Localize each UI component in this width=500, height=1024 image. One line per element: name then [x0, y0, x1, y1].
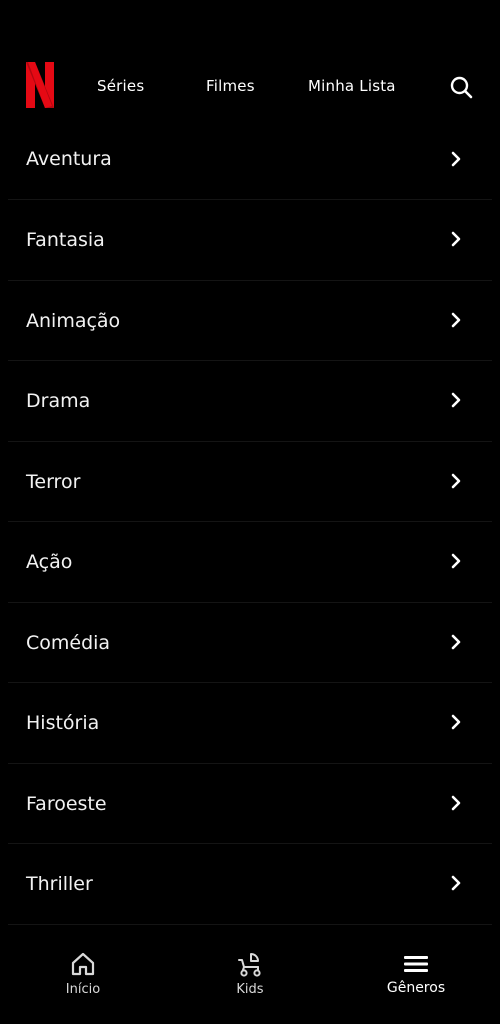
genre-label: Thriller — [26, 873, 93, 895]
nav-minha-lista[interactable]: Minha Lista — [308, 76, 396, 96]
chevron-right-icon — [451, 312, 461, 327]
nav-filmes[interactable]: Filmes — [206, 76, 255, 96]
genre-label: Comédia — [26, 631, 111, 654]
genre-item-animacao[interactable]: Animação — [8, 281, 492, 361]
genre-label: Terror — [26, 470, 81, 493]
nav-series[interactable]: Séries — [97, 76, 144, 96]
genre-label: Animação — [26, 309, 121, 332]
genre-label: Drama — [26, 390, 91, 412]
bottom-nav-inicio[interactable]: Início — [0, 936, 166, 1024]
bottom-nav-label: Gêneros — [386, 980, 446, 996]
chevron-right-icon — [451, 231, 461, 247]
chevron-right-icon — [451, 714, 461, 730]
genre-item-faroeste[interactable]: Faroeste — [8, 764, 492, 844]
genre-list: Aventura Fantasia Animação Drama Terror … — [0, 120, 500, 925]
genre-item-historia[interactable]: História — [8, 683, 492, 764]
app-screen: Séries Filmes Minha Lista Aventura Fanta… — [0, 0, 500, 1024]
netflix-logo[interactable] — [26, 62, 54, 108]
search-button[interactable] — [447, 73, 475, 101]
genre-item-aventura[interactable]: Aventura — [8, 120, 492, 200]
netflix-logo-icon — [26, 62, 54, 108]
genre-item-fantasia[interactable]: Fantasia — [8, 200, 492, 281]
bottom-navigation: Início Kids Gêneros — [0, 936, 500, 1024]
chevron-right-icon — [451, 795, 461, 810]
genre-label: Faroeste — [26, 792, 107, 815]
genre-item-comedia[interactable]: Comédia — [8, 603, 492, 683]
chevron-right-icon — [451, 151, 461, 167]
genre-item-terror[interactable]: Terror — [8, 442, 492, 522]
chevron-right-icon — [451, 392, 461, 408]
bottom-nav-generos[interactable]: Gêneros — [333, 936, 499, 1024]
search-icon — [450, 76, 473, 99]
bottom-nav-kids[interactable]: Kids — [167, 936, 333, 1024]
chevron-right-icon — [451, 553, 461, 569]
chevron-right-icon — [451, 634, 461, 649]
genre-label: Ação — [26, 551, 73, 573]
bottom-nav-label: Início — [65, 982, 101, 997]
home-icon — [71, 952, 95, 976]
genre-label: Aventura — [26, 148, 112, 170]
chevron-right-icon — [451, 473, 461, 488]
menu-icon — [404, 956, 428, 972]
top-header: Séries Filmes Minha Lista — [0, 0, 500, 120]
genre-item-acao[interactable]: Ação — [8, 522, 492, 603]
genre-item-drama[interactable]: Drama — [8, 361, 492, 442]
bottom-nav-label: Kids — [236, 982, 264, 997]
genre-label: História — [26, 712, 100, 734]
genre-item-thriller[interactable]: Thriller — [8, 844, 492, 925]
stroller-icon — [238, 953, 261, 977]
chevron-right-icon — [451, 875, 461, 891]
genre-label: Fantasia — [26, 229, 105, 251]
